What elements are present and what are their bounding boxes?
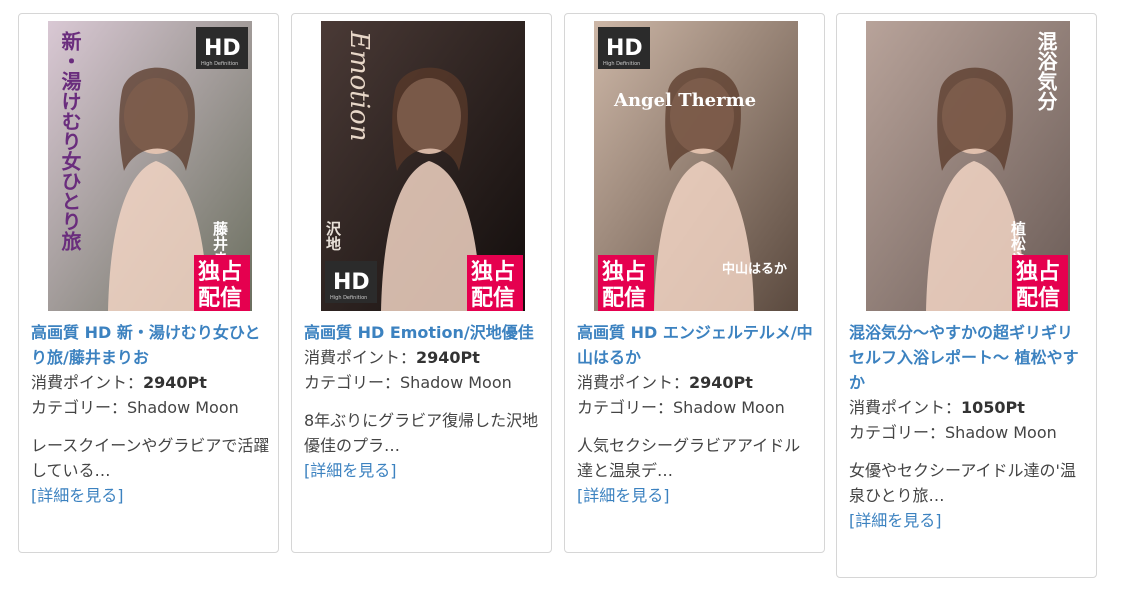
points-value: 2940Pt [416, 348, 480, 367]
product-card-1: 新・湯けむり女ひとり旅藤井まりおHDHigh Definition独占配信 高画… [18, 13, 279, 553]
product-grid: 新・湯けむり女ひとり旅藤井まりおHDHigh Definition独占配信 高画… [0, 0, 1127, 599]
exclusive-badge-text-1: 独占 [471, 260, 515, 285]
points-label: 消費ポイント： [31, 373, 144, 392]
hd-badge-text: HD [204, 36, 241, 61]
category-label: カテゴリー： [849, 423, 946, 442]
product-info: 高画質 HD エンジェルテルメ/中山はるか 消費ポイント：2940Pt カテゴリ… [577, 320, 816, 508]
product-card-3: Angel Therme 中山はるか HD High Definition 独占 配信 高… [564, 13, 825, 553]
product-info: 高画質 HD 新・湯けむり女ひとり旅/藤井まりお 消費ポイント：2940Pt カ… [31, 320, 270, 508]
cover-title-text: 新・湯けむり女ひとり旅 [58, 30, 82, 252]
product-thumbnail-link[interactable]: Angel Therme 中山はるか HD High Definition 独占 配信 [594, 21, 798, 311]
exclusive-badge-text-2: 配信 [1016, 285, 1060, 311]
cover-title-text: Emotion [344, 30, 374, 141]
category-row: カテゴリー：Shadow Moon [31, 395, 270, 420]
product-card-4: 混浴気分植松やすか独占配信 混浴気分～やすかの超ギリギリセルフ入浴レポート～ 植… [836, 13, 1097, 578]
product-thumbnail-link[interactable]: 新・湯けむり女ひとり旅藤井まりおHDHigh Definition独占配信 [48, 21, 252, 311]
exclusive-badge-text-1: 独占 [1016, 260, 1060, 285]
product-description: レースクイーンやグラビアで活躍している… [31, 436, 270, 480]
category-label: カテゴリー： [304, 373, 401, 392]
detail-link[interactable]: [詳細を見る] [849, 508, 1088, 533]
product-title-link[interactable]: 高画質 HD エンジェルテルメ/中山はるか [577, 320, 816, 370]
hd-badge-text: HD [606, 36, 643, 61]
product-thumbnail-link[interactable]: 混浴気分植松やすか独占配信 [866, 21, 1070, 311]
detail-link[interactable]: [詳細を見る] [577, 483, 816, 508]
product-title-link[interactable]: 高画質 HD 新・湯けむり女ひとり旅/藤井まりお [31, 320, 270, 370]
points-value: 2940Pt [143, 373, 207, 392]
detail-link[interactable]: [詳細を見る] [304, 458, 543, 483]
category-row: カテゴリー：Shadow Moon [577, 395, 816, 420]
product-title-link[interactable]: 高画質 HD Emotion/沢地優佳 [304, 320, 543, 345]
cover-image: 新・湯けむり女ひとり旅藤井まりおHDHigh Definition独占配信 [48, 21, 252, 311]
product-title-link[interactable]: 混浴気分～やすかの超ギリギリセルフ入浴レポート～ 植松やすか [849, 320, 1088, 395]
points-label: 消費ポイント： [577, 373, 690, 392]
points-row: 消費ポイント：1050Pt [849, 395, 1088, 420]
category-value: Shadow Moon [400, 373, 512, 392]
hd-badge-subtext: High Definition [603, 61, 640, 67]
category-value: Shadow Moon [945, 423, 1057, 442]
product-thumbnail-link[interactable]: Emotion 沢地 HD High Definition 独占 配信 [321, 21, 525, 311]
cover-image: 混浴気分植松やすか独占配信 [866, 21, 1070, 311]
category-row: カテゴリー：Shadow Moon [849, 420, 1088, 445]
detail-link[interactable]: [詳細を見る] [31, 483, 270, 508]
points-value: 1050Pt [961, 398, 1025, 417]
category-value: Shadow Moon [673, 398, 785, 417]
product-description: 人気セクシーグラビアアイドル達と温泉デ… [577, 436, 801, 480]
exclusive-badge-text-1: 独占 [198, 260, 242, 285]
category-value: Shadow Moon [127, 398, 239, 417]
exclusive-badge-text-2: 配信 [471, 285, 515, 311]
hd-badge-subtext: High Definition [330, 295, 367, 301]
hd-badge-subtext: High Definition [201, 61, 238, 67]
product-info: 混浴気分～やすかの超ギリギリセルフ入浴レポート～ 植松やすか 消費ポイント：10… [849, 320, 1088, 533]
exclusive-badge-text-2: 配信 [602, 285, 646, 311]
product-card-2: Emotion 沢地 HD High Definition 独占 配信 高画質 HD Em… [291, 13, 552, 553]
points-value: 2940Pt [689, 373, 753, 392]
hd-badge-text: HD [333, 270, 370, 295]
points-row: 消費ポイント：2940Pt [577, 370, 816, 395]
product-info: 高画質 HD Emotion/沢地優佳 消費ポイント：2940Pt カテゴリー：… [304, 320, 543, 483]
cover-name-text: 沢地 [324, 220, 342, 251]
category-label: カテゴリー： [577, 398, 674, 417]
exclusive-badge-text-2: 配信 [198, 285, 242, 311]
points-row: 消費ポイント：2940Pt [304, 345, 543, 370]
category-row: カテゴリー：Shadow Moon [304, 370, 543, 395]
points-label: 消費ポイント： [849, 398, 962, 417]
cover-title-text: 混浴気分 [1034, 31, 1058, 112]
product-description: 8年ぶりにグラビア復帰した沢地優佳のプラ… [304, 411, 539, 455]
points-row: 消費ポイント：2940Pt [31, 370, 270, 395]
cover-image: Angel Therme 中山はるか HDHigh Definition 独占配信 [594, 21, 798, 311]
cover-name-text: 中山はるか [722, 261, 787, 277]
cover-title-text: Angel Therme [613, 90, 756, 111]
cover-image: Emotion 沢地 HDHigh Definition 独占配信 [321, 21, 525, 311]
category-label: カテゴリー： [31, 398, 128, 417]
exclusive-badge-text-1: 独占 [602, 260, 646, 285]
points-label: 消費ポイント： [304, 348, 417, 367]
product-description: 女優やセクシーアイドル達の'温泉ひとり旅… [849, 461, 1076, 505]
